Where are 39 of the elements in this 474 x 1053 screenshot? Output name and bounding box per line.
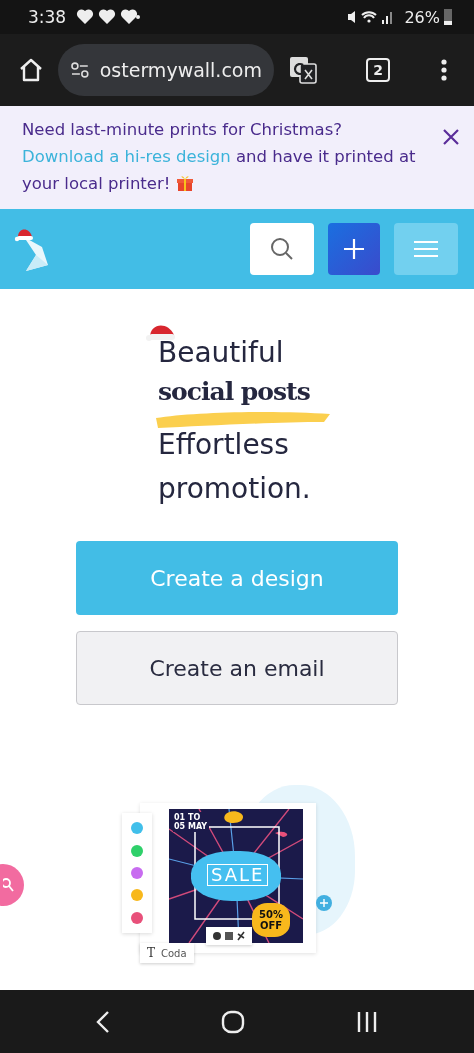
battery-icon [444,9,452,25]
add-button[interactable] [328,223,380,275]
headline-text: promotion. [158,471,311,507]
search-button[interactable] [250,223,314,275]
close-icon[interactable] [442,128,460,146]
discount-badge: 50% OFF [252,903,290,937]
color-swatch[interactable] [131,911,143,924]
poster-title: SALE [207,864,269,886]
more-icon[interactable] [440,58,448,82]
search-icon [270,237,294,261]
back-icon[interactable] [95,1009,110,1034]
plus-icon [343,238,365,260]
signal-icon [346,9,395,25]
home-icon[interactable] [221,1009,245,1034]
headline-text: Effortless [158,427,289,463]
translate-icon[interactable] [288,55,318,85]
status-time: 3:38 [28,7,67,27]
menu-icon [413,240,439,258]
recents-icon[interactable] [356,1010,379,1033]
color-swatch[interactable] [131,866,143,879]
site-settings-icon[interactable] [70,62,90,78]
create-email-button[interactable]: Create an email [76,631,398,705]
notification-icon [76,9,143,25]
address-bar[interactable]: ostermywall.com [58,44,274,96]
color-swatch[interactable] [131,844,143,857]
promo-text: Need last-minute prints for Christmas? Download a hi-res design and have it printed at your local printer! [22,119,417,195]
color-swatch[interactable] [131,822,143,835]
home-icon[interactable] [18,57,44,83]
tab-count-button[interactable]: 2 [366,58,390,82]
headline-text: Beautiful [158,336,284,369]
poster-date: 01 TO 05 MAY [173,812,209,832]
battery-percent: 26% [404,7,440,27]
plus-icon [320,899,328,907]
toolbar-icons[interactable] [212,931,246,941]
search-icon [3,878,15,892]
color-swatch[interactable] [131,889,143,902]
highlight-text: social posts [158,377,310,406]
gift-icon [175,174,194,192]
font-picker[interactable]: T Coda [140,943,194,963]
